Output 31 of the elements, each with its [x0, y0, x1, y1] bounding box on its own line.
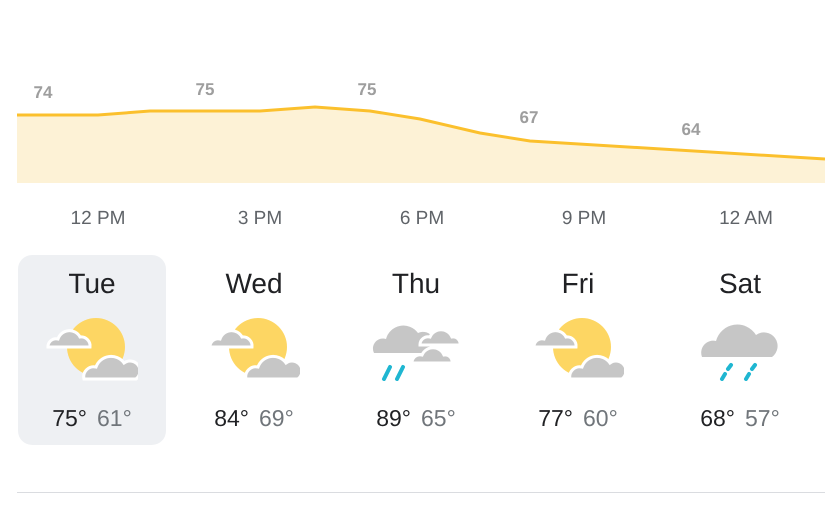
high-temperature: 77°	[538, 405, 573, 432]
day-name: Fri	[562, 267, 594, 301]
low-temperature: 69°	[259, 405, 294, 432]
day-name: Sat	[718, 267, 762, 301]
temperature-label: 64	[682, 120, 700, 139]
temperature-label: 75	[358, 80, 376, 99]
day-name: Tue	[68, 267, 116, 301]
high-temperature: 75°	[52, 405, 87, 432]
high-temperature: 84°	[214, 405, 249, 432]
sun-cloud-icon	[46, 317, 138, 381]
day-name: Wed	[225, 267, 283, 301]
hour-label: 6 PM	[398, 208, 446, 230]
hour-label: 12 AM	[718, 208, 774, 230]
high-temperature: 68°	[700, 405, 735, 432]
low-temperature: 57°	[745, 405, 780, 432]
low-temperature: 65°	[421, 405, 456, 432]
day-card[interactable]: Fri 77° 60°	[504, 255, 652, 445]
hour-label: 9 PM	[560, 208, 608, 230]
low-temperature: 61°	[97, 405, 132, 432]
low-temperature: 60°	[583, 405, 618, 432]
day-card[interactable]: Wed 84° 69°	[180, 255, 328, 445]
day-card[interactable]: Thu 89° 65°	[342, 255, 490, 445]
hour-label: 12 PM	[70, 208, 126, 230]
hour-label: 3 PM	[236, 208, 284, 230]
day-name: Thu	[392, 267, 440, 301]
temperature-label: 75	[196, 80, 214, 99]
temperature-label: 74	[34, 83, 52, 102]
day-card[interactable]: Tue 75° 61°	[18, 255, 166, 445]
day-card[interactable]: Sat 68° 57°	[666, 255, 814, 445]
high-temperature: 89°	[376, 405, 411, 432]
temperature-label: 67	[520, 108, 538, 127]
